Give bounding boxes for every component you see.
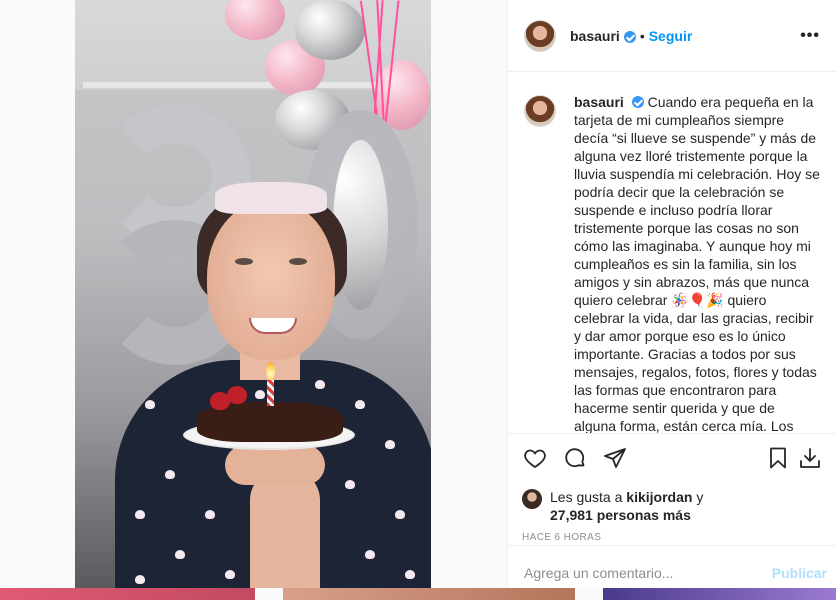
post-timestamp[interactable]: HACE 6 HORAS <box>522 532 823 543</box>
likes-text: Les gusta a kikijordan y 27,981 personas… <box>550 488 703 524</box>
headband <box>215 182 327 214</box>
right-eye <box>289 258 307 265</box>
action-icons <box>522 444 823 472</box>
liker-avatar[interactable] <box>522 489 542 509</box>
silver-balloon <box>295 0 365 60</box>
verified-badge-icon <box>623 30 636 43</box>
birthday-candle <box>267 380 274 406</box>
separator-dot: • <box>639 27 645 44</box>
thumbnail[interactable] <box>283 588 575 600</box>
comment-icon[interactable] <box>562 445 588 471</box>
hand <box>225 445 325 485</box>
left-eye <box>235 258 253 265</box>
caption-username[interactable]: basauri <box>574 94 624 110</box>
post-side-panel: basauri • Seguir ••• basauri Cuando era … <box>507 0 836 588</box>
liker-username[interactable]: kikijordan <box>626 489 692 505</box>
download-icon[interactable] <box>797 445 823 471</box>
candle-flame <box>266 362 275 380</box>
heart-icon[interactable] <box>522 445 548 471</box>
caption-avatar[interactable] <box>524 95 556 127</box>
share-icon[interactable] <box>602 445 628 471</box>
author-avatar[interactable] <box>524 19 556 52</box>
caption-text: basauri Cuando era pequeña en la tarjeta… <box>574 93 820 433</box>
post-actions: Les gusta a kikijordan y 27,981 personas… <box>508 433 836 545</box>
author-username[interactable]: basauri <box>570 28 620 44</box>
thumbnail[interactable] <box>603 588 836 600</box>
caption-body: Cuando era pequeña en la tarjeta de mi c… <box>574 94 820 433</box>
right-action-icons <box>759 445 823 471</box>
verified-badge-icon <box>631 96 644 108</box>
comment-input[interactable] <box>524 565 772 581</box>
post-header: basauri • Seguir ••• <box>508 0 836 72</box>
caption: basauri Cuando era pequeña en la tarjeta… <box>524 93 821 433</box>
face <box>207 200 335 360</box>
likes-prefix: Les gusta a <box>550 489 623 505</box>
likes-summary: Les gusta a kikijordan y 27,981 personas… <box>522 488 823 524</box>
post-media-area <box>0 0 507 588</box>
strawberry <box>227 386 247 404</box>
follow-button[interactable]: Seguir <box>649 28 693 44</box>
post-photo[interactable] <box>75 0 431 588</box>
bookmark-icon[interactable] <box>765 445 791 471</box>
thumbnail[interactable] <box>0 588 255 600</box>
likes-conj: y <box>696 489 704 505</box>
comments-scroll-area[interactable]: basauri Cuando era pequeña en la tarjeta… <box>508 73 836 433</box>
more-posts-strip <box>0 588 836 600</box>
more-options-icon[interactable]: ••• <box>800 27 820 45</box>
likes-count[interactable]: 27,981 personas más <box>550 507 691 523</box>
publish-button[interactable]: Publicar <box>772 565 827 581</box>
comment-form: Publicar <box>508 545 836 588</box>
arm <box>250 470 320 588</box>
